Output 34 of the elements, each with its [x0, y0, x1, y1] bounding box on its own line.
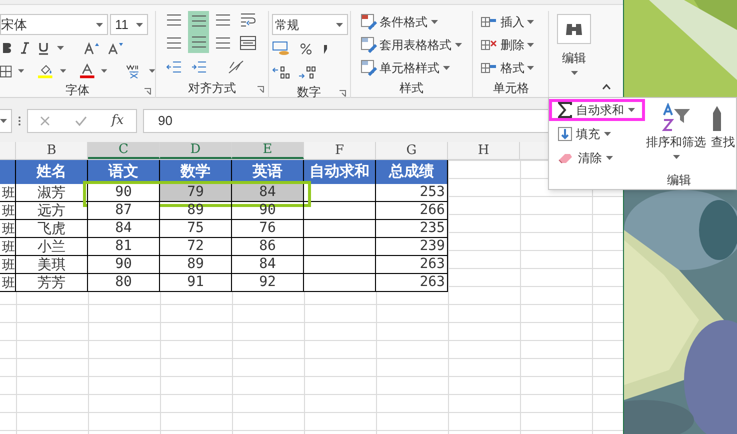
table-cell: 266 — [376, 202, 448, 219]
table-cell: 班 — [0, 274, 16, 292]
table-cell: 班 — [0, 184, 16, 202]
table-cell: 75 — [160, 220, 232, 237]
table-cell: 92 — [232, 274, 304, 291]
table-cell: 班 — [0, 256, 16, 274]
table-cell: 班 — [0, 220, 16, 238]
table-cell: 91 — [160, 274, 232, 291]
table-cell: 263 — [376, 274, 448, 291]
group-label: 样式 — [399, 80, 424, 97]
header-cell: 总成绩 — [376, 160, 448, 184]
table-cell: 79 — [160, 184, 232, 201]
table-cell: 263 — [376, 256, 448, 273]
header-cell: 姓名 — [16, 160, 88, 184]
table-cell: 239 — [376, 238, 448, 255]
group-label: 编辑 — [667, 172, 691, 189]
table-cell: 89 — [160, 256, 232, 273]
table-cell: 班 — [0, 238, 16, 256]
table-cell: 235 — [376, 220, 448, 237]
table-cell: 72 — [160, 238, 232, 255]
header-cell: 自动求和 — [304, 160, 376, 184]
group-label: 单元格 — [492, 80, 529, 97]
group-label: 对齐方式 — [188, 80, 236, 97]
table-cell: 76 — [232, 220, 304, 237]
group-label: 数字 — [297, 84, 322, 101]
group-label: 字体 — [66, 82, 90, 99]
table-cell: 84 — [232, 256, 304, 273]
table-cell: 90 — [232, 202, 304, 219]
table-cell: 84 — [232, 184, 304, 201]
table-cell: 253 — [376, 184, 448, 201]
table-cell: 班 — [0, 202, 16, 220]
table-cell: 86 — [232, 238, 304, 255]
table-cell: 89 — [160, 202, 232, 219]
table-cell: 87 — [88, 202, 160, 219]
